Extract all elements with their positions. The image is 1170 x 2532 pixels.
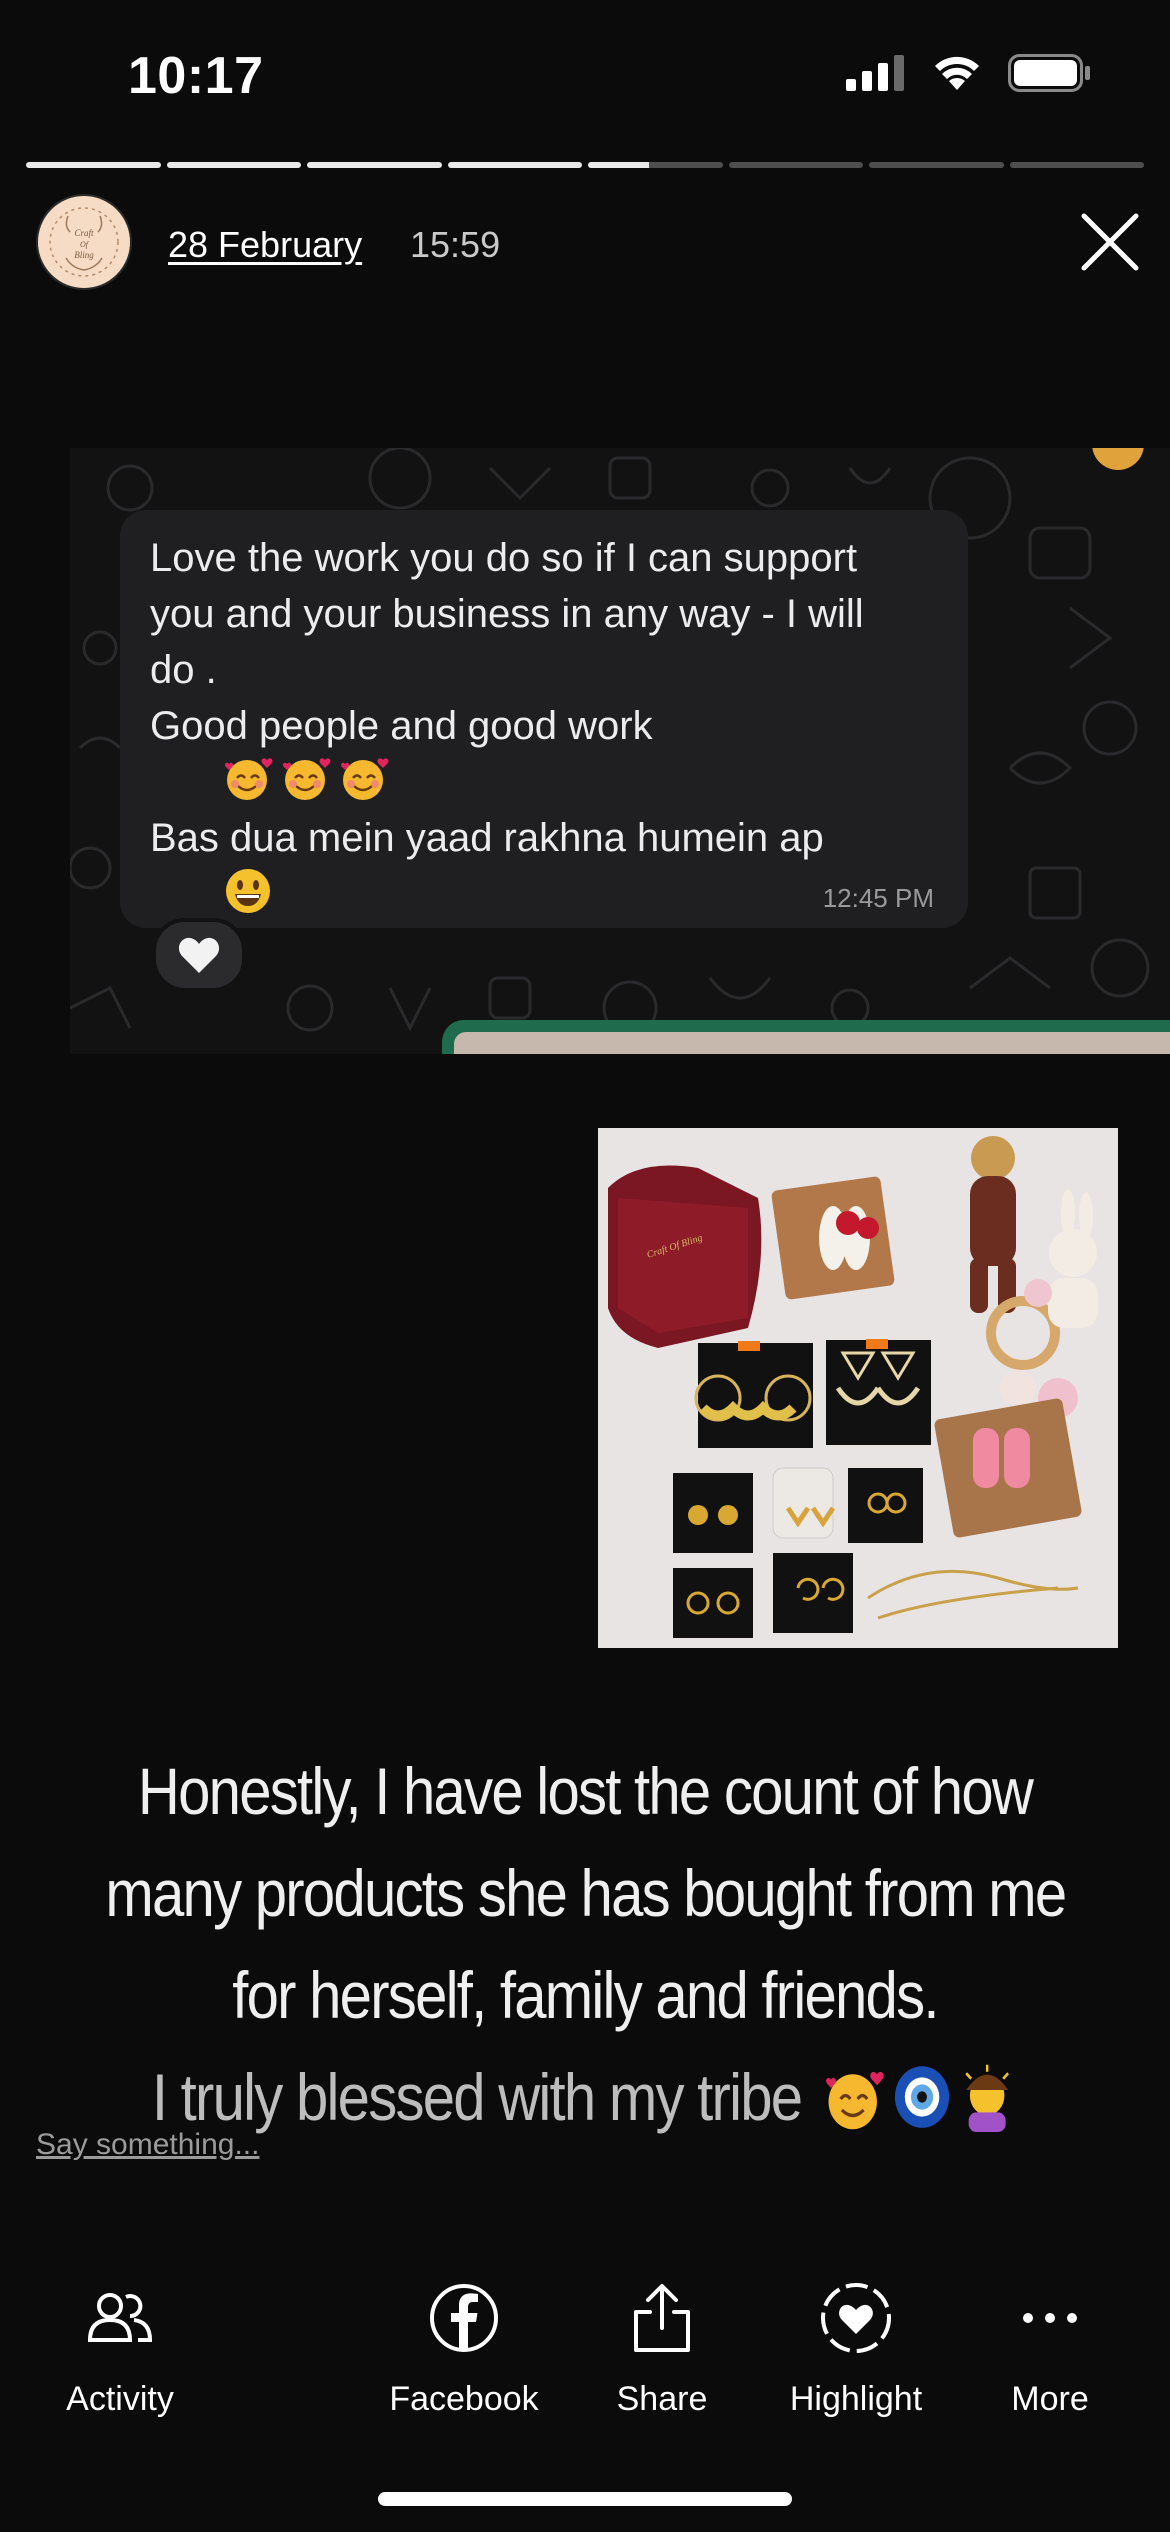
more-label: More <box>1011 2380 1089 2418</box>
story-progress-segment <box>26 162 161 168</box>
message-line: Love the work you do so if I can support <box>150 536 858 580</box>
story-progress-segment <box>728 162 863 168</box>
grinning-face-emoji <box>225 869 270 913</box>
story-progress-segment <box>1009 162 1144 168</box>
svg-text:Craft: Craft <box>74 228 94 238</box>
chat-message-bubble: Love the work you do so if I can support… <box>120 510 968 928</box>
caption-line: for herself, family and friends. <box>232 1958 939 2032</box>
story-action-bar: Activity Facebook Share Highlight More <box>0 2270 1170 2430</box>
story-date-link[interactable]: 28 February <box>168 224 362 266</box>
activity-label: Activity <box>66 2380 174 2418</box>
white-heart-icon <box>178 937 220 973</box>
smiling-face-with-hearts-emoji <box>826 2071 884 2130</box>
clock: 10:17 <box>128 47 264 105</box>
story-progress-bar <box>26 162 1144 168</box>
reply-input[interactable]: Say something... <box>36 2128 259 2162</box>
caption-line: Honestly, I have lost the count of how <box>137 1754 1034 1828</box>
status-icons <box>846 54 1092 92</box>
svg-text:Bling: Bling <box>74 250 94 260</box>
facebook-label: Facebook <box>389 2380 539 2418</box>
share-label: Share <box>616 2380 708 2418</box>
story-progress-segment <box>588 162 723 168</box>
next-message-image <box>454 1032 1170 1054</box>
smiling-face-with-hearts-emoji <box>224 758 273 800</box>
more-button[interactable]: More <box>950 2270 1150 2419</box>
status-bar: 10:17 <box>0 0 1170 150</box>
caption-line: many products she has bought from me <box>105 1856 1067 1930</box>
chat-screenshot: Love the work you do so if I can support… <box>70 448 1170 1054</box>
story-progress-fill <box>447 162 582 168</box>
heart-reaction <box>152 918 246 992</box>
svg-text:Of: Of <box>80 240 90 249</box>
person-bowing-emoji <box>965 2064 1010 2132</box>
highlight-label: Highlight <box>789 2380 923 2418</box>
smiling-face-with-hearts-emoji <box>340 758 389 800</box>
story-time: 15:59 <box>410 224 501 265</box>
wifi-icon <box>935 56 979 90</box>
people-icon <box>87 2293 153 2342</box>
story-progress-segment <box>869 162 1004 168</box>
message-timestamp: 12:45 PM <box>822 883 934 913</box>
story-progress-fill <box>26 162 161 168</box>
facebook-button[interactable]: Facebook <box>364 2270 564 2419</box>
product-photo: Craft Of Bling <box>598 1128 1118 1648</box>
more-dots-icon <box>1023 2313 1077 2323</box>
story-caption: Honestly, I have lost the count of how m… <box>40 1740 1130 2148</box>
home-indicator <box>378 2492 792 2506</box>
share-icon <box>634 2284 690 2352</box>
avatar[interactable]: Craft Of Bling <box>36 194 132 290</box>
smiling-face-with-hearts-emoji <box>282 758 331 800</box>
story-progress-fill <box>307 162 442 168</box>
close-icon[interactable] <box>1078 210 1142 274</box>
message-line: Good people and good work <box>150 698 938 800</box>
message-line: Bas dua mein yaad rakhna humein ap <box>150 810 938 913</box>
facebook-icon <box>430 2284 498 2352</box>
share-button[interactable]: Share <box>562 2270 762 2419</box>
battery-icon <box>1008 54 1090 92</box>
message-line: you and your business in any way - I wil… <box>150 592 864 636</box>
message-line: do . <box>150 648 217 692</box>
story-progress-segment <box>166 162 301 168</box>
story-progress-segment <box>447 162 582 168</box>
jewelry-products-image: Craft Of Bling <box>598 1128 1118 1648</box>
nazar-amulet-emoji <box>895 2066 950 2128</box>
highlight-button[interactable]: Highlight <box>756 2270 956 2419</box>
story-progress-fill <box>588 162 649 168</box>
highlight-heart-icon <box>821 2283 891 2353</box>
cellular-signal-icon <box>846 55 904 91</box>
story-header: Craft Of Bling 28 February 15:59 <box>36 194 1146 294</box>
story-progress-segment <box>307 162 442 168</box>
activity-button[interactable]: Activity <box>20 2270 220 2419</box>
story-progress-fill <box>166 162 301 168</box>
